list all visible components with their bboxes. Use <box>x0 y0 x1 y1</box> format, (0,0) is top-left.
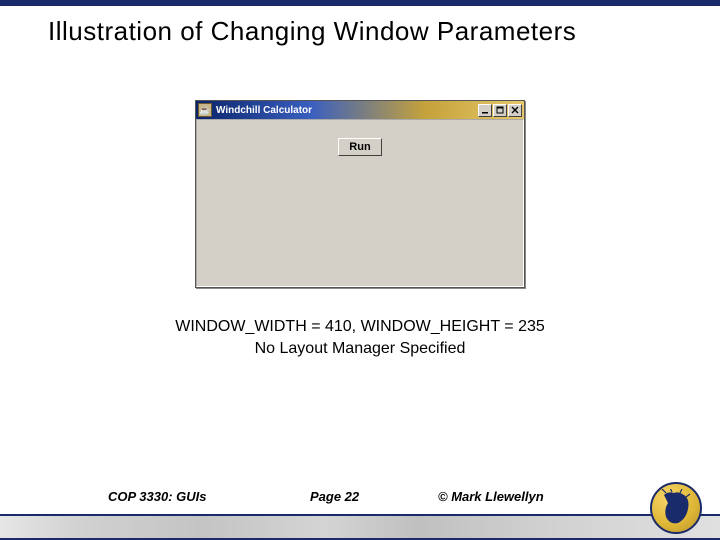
slide-title: Illustration of Changing Window Paramete… <box>0 6 720 47</box>
footer-author: © Mark Llewellyn <box>438 489 544 504</box>
maximize-icon <box>496 106 504 114</box>
app-window: ☕ Windchill Calculator Run <box>195 100 525 288</box>
java-app-icon: ☕ <box>198 103 212 117</box>
app-title: Windchill Calculator <box>216 105 478 116</box>
close-button[interactable] <box>508 104 522 117</box>
window-controls <box>478 104 522 117</box>
footer: COP 3330: GUIs Page 22 © Mark Llewellyn <box>0 514 720 540</box>
footer-page: Page 22 <box>310 489 359 504</box>
titlebar: ☕ Windchill Calculator <box>196 101 524 119</box>
footer-gradient-bar <box>0 514 720 540</box>
maximize-button[interactable] <box>493 104 507 117</box>
close-icon <box>511 106 519 114</box>
pegasus-icon <box>660 489 692 527</box>
footer-course: COP 3330: GUIs <box>108 489 207 504</box>
run-button[interactable]: Run <box>338 138 381 156</box>
caption-block: WINDOW_WIDTH = 410, WINDOW_HEIGHT = 235 … <box>175 316 545 359</box>
content-area: ☕ Windchill Calculator Run WINDOW_WIDTH … <box>0 100 720 359</box>
logo-circle <box>650 482 702 534</box>
minimize-button[interactable] <box>478 104 492 117</box>
minimize-icon <box>481 106 489 114</box>
ucf-logo <box>650 482 702 534</box>
caption-line-1: WINDOW_WIDTH = 410, WINDOW_HEIGHT = 235 <box>175 316 545 338</box>
caption-line-2: No Layout Manager Specified <box>175 338 545 360</box>
client-area: Run <box>196 119 524 287</box>
